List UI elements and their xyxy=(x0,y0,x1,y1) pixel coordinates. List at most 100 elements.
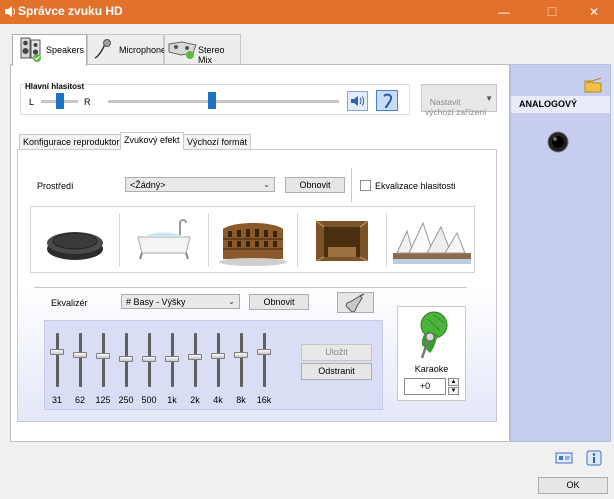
eq-band-thumb[interactable] xyxy=(50,348,64,355)
speakers-icon xyxy=(20,37,41,62)
tab-microphone[interactable]: Microphone xyxy=(87,34,167,64)
equalizer-reset-button[interactable]: Obnovit xyxy=(249,294,309,310)
eq-band-track[interactable] xyxy=(263,333,266,387)
tab-speaker-configuration[interactable]: Konfigurace reproduktorů xyxy=(19,134,129,150)
equalizer-label: Ekvalizér xyxy=(51,298,88,308)
tab-microphone-label: Microphone xyxy=(119,45,167,55)
eq-band-label: 250 xyxy=(118,395,134,405)
info-card-button[interactable] xyxy=(554,449,576,467)
tab-stereo-mix-label: Stereo Mix xyxy=(198,45,225,65)
preset-wooden-room[interactable] xyxy=(298,207,386,272)
preset-colosseum[interactable] xyxy=(209,207,297,272)
channel-ear-icon xyxy=(383,93,393,108)
main-volume-title: Hlavní hlasitost xyxy=(24,82,86,91)
eq-band-thumb[interactable] xyxy=(165,355,179,362)
volume-slider-thumb[interactable] xyxy=(207,92,216,109)
device-info-icon xyxy=(555,452,573,464)
eq-band-track[interactable] xyxy=(240,333,243,387)
mute-button[interactable] xyxy=(347,91,368,111)
eq-band-thumb[interactable] xyxy=(142,355,156,362)
balance-slider-thumb[interactable] xyxy=(55,93,64,109)
divider xyxy=(351,168,352,202)
environment-select[interactable]: <Žádný> ⌄ xyxy=(125,177,275,192)
karaoke-increment-button[interactable]: ▲ xyxy=(448,378,459,386)
tab-sound-effect[interactable]: Zvukový efekt xyxy=(120,132,184,150)
tab-stereo-mix[interactable]: Stereo Mix xyxy=(164,34,241,65)
environment-reset-button[interactable]: Obnovit xyxy=(285,177,345,193)
close-button[interactable]: ✕ xyxy=(574,0,614,24)
eq-band-thumb[interactable] xyxy=(257,348,271,355)
information-button[interactable] xyxy=(584,449,604,467)
karaoke-decrement-button[interactable]: ▼ xyxy=(448,387,459,395)
eq-band-label: 500 xyxy=(141,395,157,405)
guitar-button[interactable] xyxy=(337,292,374,313)
eq-band-label: 8k xyxy=(236,395,246,405)
colosseum-icon xyxy=(219,223,287,266)
eq-band-label: 125 xyxy=(95,395,111,405)
balance-right-label: R xyxy=(84,97,91,107)
volume-track[interactable] xyxy=(108,100,339,103)
karaoke-label: Karaoke xyxy=(414,364,449,374)
preset-opera-house[interactable] xyxy=(387,207,475,272)
environment-label: Prostředí xyxy=(37,181,74,191)
analog-heading: ANALOGOVÝ xyxy=(519,99,578,109)
loudness-equalization-label: Ekvalizace hlasitosti xyxy=(375,181,456,191)
chevron-down-icon: ⌄ xyxy=(263,180,270,189)
karaoke-value-field[interactable]: +0 xyxy=(404,378,446,395)
equalizer-delete-button[interactable]: Odstranit xyxy=(301,363,372,380)
stereo-mix-icon xyxy=(168,41,197,59)
microphone-icon xyxy=(94,39,111,59)
eq-band-track[interactable] xyxy=(217,333,220,387)
eq-band-label: 4k xyxy=(213,395,223,405)
preset-bathtub[interactable] xyxy=(120,207,208,272)
environment-selected: <Žádný> xyxy=(130,180,166,190)
ok-button[interactable]: OK xyxy=(538,477,608,494)
guitar-icon xyxy=(345,293,365,313)
opera-house-icon xyxy=(393,221,471,264)
eq-band-track[interactable] xyxy=(56,333,59,387)
stone-disc-icon xyxy=(47,232,103,260)
channel-button[interactable] xyxy=(376,90,398,111)
environment-preset-strip xyxy=(30,206,475,273)
eq-band-track[interactable] xyxy=(194,333,197,387)
karaoke-panel: Karaoke +0 ▲ ▼ xyxy=(397,306,466,401)
folder-icon[interactable] xyxy=(584,77,602,93)
eq-band-thumb[interactable] xyxy=(234,351,248,358)
info-icon xyxy=(586,450,602,466)
maximize-button[interactable]: ☐ xyxy=(532,0,572,24)
set-default-device-button[interactable]: Nastavit výchozí zařízení ▼ xyxy=(421,84,497,117)
analog-jack-icon[interactable] xyxy=(547,131,569,153)
eq-band-thumb[interactable] xyxy=(119,355,133,362)
eq-band-label: 1k xyxy=(167,395,177,405)
volume-speaker-icon xyxy=(351,96,365,106)
chevron-down-icon: ⌄ xyxy=(228,297,235,306)
eq-band-track[interactable] xyxy=(79,333,82,387)
eq-band-thumb[interactable] xyxy=(211,352,225,359)
eq-band-label: 16k xyxy=(256,395,272,405)
divider xyxy=(34,287,467,288)
eq-band-thumb[interactable] xyxy=(188,353,202,360)
app-speaker-icon xyxy=(5,6,15,17)
balance-left-label: L xyxy=(29,97,35,107)
eq-band-label: 2k xyxy=(190,395,200,405)
bathtub-icon xyxy=(137,219,191,260)
tab-speakers[interactable]: Speakers xyxy=(12,34,87,66)
equalizer-save-button[interactable]: Uložit xyxy=(301,344,372,361)
eq-band-thumb[interactable] xyxy=(73,351,87,358)
preset-stone-disc[interactable] xyxy=(31,207,119,272)
equalizer-preset-select[interactable]: # Basy - Výšky ⌄ xyxy=(121,294,240,309)
equalizer-selected: # Basy - Výšky xyxy=(126,297,186,307)
title-bar[interactable]: Správce zvuku HD — ☐ ✕ xyxy=(0,0,614,24)
loudness-equalization-checkbox[interactable] xyxy=(360,180,371,191)
tab-speakers-label: Speakers xyxy=(46,45,85,55)
eq-band-track[interactable] xyxy=(102,333,105,387)
chevron-down-icon: ▼ xyxy=(485,94,493,103)
eq-band-label: 31 xyxy=(51,395,62,405)
eq-band-thumb[interactable] xyxy=(96,352,110,359)
set-default-device-label: Nastavit výchozí zařízení xyxy=(425,97,487,117)
eq-band-label: 62 xyxy=(74,395,85,405)
minimize-button[interactable]: — xyxy=(484,0,524,24)
tab-default-format[interactable]: Výchozí formát xyxy=(183,134,252,150)
device-side-panel: ANALOGOVÝ xyxy=(510,64,611,442)
karaoke-microphone-icon[interactable] xyxy=(412,309,452,367)
